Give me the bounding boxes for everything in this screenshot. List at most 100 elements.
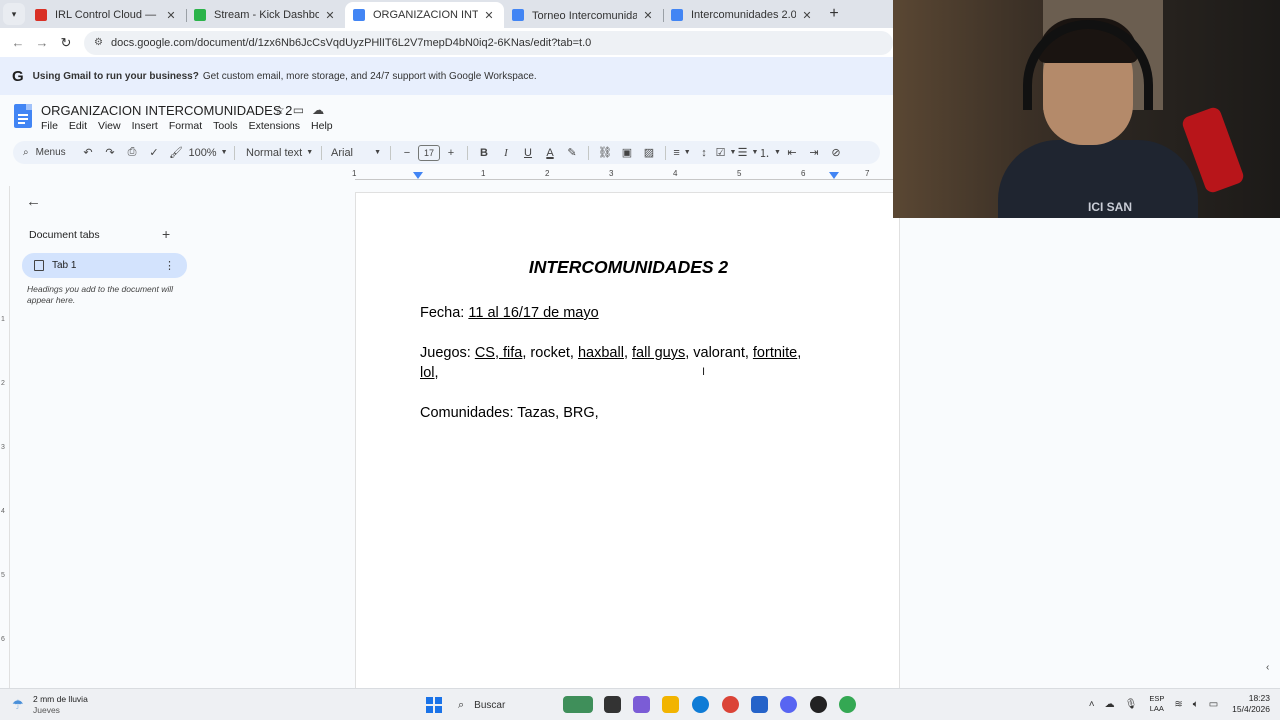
rain-icon: ☂ <box>12 697 24 712</box>
weather-day: Jueves <box>33 705 60 715</box>
checklist-icon[interactable]: ☑ ▼ <box>715 141 737 164</box>
file-explorer-icon[interactable] <box>662 696 679 713</box>
increase-font-size-icon[interactable]: + <box>440 141 462 164</box>
forward-icon[interactable]: → <box>30 35 54 50</box>
volume-icon[interactable]: 🔈︎ <box>1193 699 1199 710</box>
star-icon[interactable]: ☆ <box>274 103 285 117</box>
divider <box>467 145 468 160</box>
more-options-icon[interactable]: ⋮ <box>164 259 175 272</box>
menu-format[interactable]: Format <box>169 120 202 132</box>
align-icon[interactable]: ≡ ▼ <box>671 141 693 164</box>
menu-edit[interactable]: Edit <box>69 120 87 132</box>
document-page[interactable]: INTERCOMUNIDADES 2 Fecha: 11 al 16/17 de… <box>355 192 900 688</box>
ruler-number: 4 <box>1 508 5 515</box>
highlight-color-icon[interactable]: ✎ <box>561 141 583 164</box>
browser-tab-intercomunidades[interactable]: Intercomunidades 2.0 by DiCHA ✕ <box>663 2 822 28</box>
browser-tab-irl[interactable]: IRL Control Cloud — Panel de C ✕ <box>27 2 186 28</box>
chrome-profile-icon[interactable] <box>839 696 856 713</box>
underline-icon[interactable]: U <box>517 141 539 164</box>
menu-help[interactable]: Help <box>311 120 333 132</box>
battery-icon[interactable]: ▭ <box>1209 699 1218 710</box>
microphone-icon[interactable]: 🎙︎ <box>1125 699 1138 710</box>
windows-start-icon[interactable] <box>426 697 442 713</box>
discord-icon[interactable] <box>780 696 797 713</box>
task-view-icon[interactable] <box>604 696 621 713</box>
decrease-indent-icon[interactable]: ⇤ <box>781 141 803 164</box>
reload-icon[interactable]: ↻ <box>54 35 78 51</box>
close-icon[interactable]: ✕ <box>164 9 178 22</box>
decrease-font-size-icon[interactable]: − <box>396 141 418 164</box>
menu-view[interactable]: View <box>98 120 121 132</box>
move-folder-icon[interactable]: ▭ <box>293 103 304 117</box>
back-arrow-icon[interactable]: ← <box>26 193 41 210</box>
close-icon[interactable]: ✕ <box>641 9 655 22</box>
paragraph-style-select[interactable]: Normal text ▼ <box>240 141 316 164</box>
wifi-icon[interactable]: ≋ <box>1174 699 1182 710</box>
spellcheck-icon[interactable]: ✓ <box>143 141 165 164</box>
chrome-icon[interactable] <box>722 696 739 713</box>
store-icon[interactable] <box>751 696 768 713</box>
browser-tab-torneo[interactable]: Torneo Intercomunidades 🏆 - G ✕ <box>504 2 663 28</box>
zoom-select[interactable]: 100% ▼ <box>187 141 229 164</box>
browser-tab-organizacion[interactable]: ORGANIZACION INTERCOMUN ✕ <box>345 2 504 28</box>
italic-icon[interactable]: I <box>495 141 517 164</box>
insert-image-icon[interactable]: ▨ <box>638 141 660 164</box>
menu-file[interactable]: File <box>41 120 58 132</box>
cloud-saved-icon[interactable]: ☁ <box>312 103 324 117</box>
game-text: , <box>797 345 802 361</box>
chevron-down-icon: ▼ <box>374 149 381 156</box>
browser-tab-kick[interactable]: Stream - Kick Dashboard ✕ <box>186 2 345 28</box>
new-tab-button[interactable]: + <box>822 2 846 26</box>
obs-icon[interactable] <box>810 696 827 713</box>
menu-tools[interactable]: Tools <box>213 120 238 132</box>
close-icon[interactable]: ✕ <box>482 9 496 22</box>
insert-link-icon[interactable]: ⛓ <box>594 141 616 164</box>
chevron-up-icon[interactable]: ˄ <box>1089 699 1095 710</box>
weather-widget[interactable]: ☂ 2 mm de lluvia Jueves <box>12 694 88 716</box>
font-size-input[interactable]: 17 <box>418 144 440 161</box>
back-icon[interactable]: ← <box>6 35 30 50</box>
right-indent-marker-icon[interactable] <box>829 172 839 179</box>
taskbar-search[interactable]: ⌕ Buscar <box>450 694 570 716</box>
sidebar-tab-1[interactable]: Tab 1 ⋮ <box>22 253 187 278</box>
widgets-app-icon[interactable] <box>563 696 593 713</box>
cloud-off-icon[interactable]: ☁ <box>1105 699 1115 710</box>
print-icon[interactable]: ⎙ <box>121 141 143 164</box>
menu-extensions[interactable]: Extensions <box>249 120 300 132</box>
side-panel-chevron-icon[interactable]: ‹ <box>1266 662 1269 673</box>
document-title[interactable]: ORGANIZACION INTERCOMUNIDADES 2 <box>41 103 292 118</box>
increase-indent-icon[interactable]: ⇥ <box>803 141 825 164</box>
tab-search-icon[interactable]: ▾ <box>3 3 25 25</box>
ruler-line <box>355 179 895 180</box>
close-icon[interactable]: ✕ <box>800 9 814 22</box>
undo-icon[interactable]: ↶ <box>77 141 99 164</box>
font-select[interactable]: Arial ▼ <box>327 141 385 164</box>
edge-icon[interactable] <box>692 696 709 713</box>
add-comment-icon[interactable]: ▣ <box>616 141 638 164</box>
site-info-icon[interactable]: ⚙ <box>94 37 103 48</box>
url-input[interactable]: ⚙ docs.google.com/document/d/1zx6Nb6JcCs… <box>84 30 893 55</box>
redo-icon[interactable]: ↷ <box>99 141 121 164</box>
juegos-line: Juegos: CS, fifa, rocket, haxball, fall … <box>420 343 801 363</box>
close-icon[interactable]: ✕ <box>323 9 337 22</box>
numbered-list-icon[interactable]: ⒈ ▼ <box>759 141 781 164</box>
paragraph-style-value: Normal text <box>246 146 303 159</box>
clock[interactable]: 18:23 15/4/2026 <box>1232 693 1270 715</box>
game-text: fortnite <box>752 345 798 361</box>
left-indent-marker-icon[interactable] <box>413 172 423 179</box>
copilot-icon[interactable] <box>633 696 650 713</box>
formatting-toolbar: ⌕ Menus ↶ ↷ ⎙ ✓ 🖌︎ 100% ▼ Normal text ▼ Ar… <box>13 141 880 164</box>
clear-formatting-icon[interactable]: ⊘ <box>825 141 847 164</box>
paint-format-icon[interactable]: 🖌︎ <box>165 141 187 164</box>
menu-insert[interactable]: Insert <box>132 120 158 132</box>
bold-icon[interactable]: B <box>473 141 495 164</box>
divider <box>234 145 235 160</box>
horizontal-ruler[interactable]: 1 1 2 3 4 5 6 7 <box>0 166 895 186</box>
text-color-icon[interactable]: A <box>539 141 561 164</box>
line-spacing-icon[interactable]: ↕ <box>693 141 715 164</box>
search-menus-button[interactable]: ⌕ Menus <box>13 147 77 158</box>
bulleted-list-icon[interactable]: ☰ ▼ <box>737 141 759 164</box>
add-tab-icon[interactable]: + <box>162 226 170 242</box>
docs-logo-icon[interactable] <box>14 104 32 128</box>
language-indicator[interactable]: ESP LAA <box>1149 694 1164 714</box>
